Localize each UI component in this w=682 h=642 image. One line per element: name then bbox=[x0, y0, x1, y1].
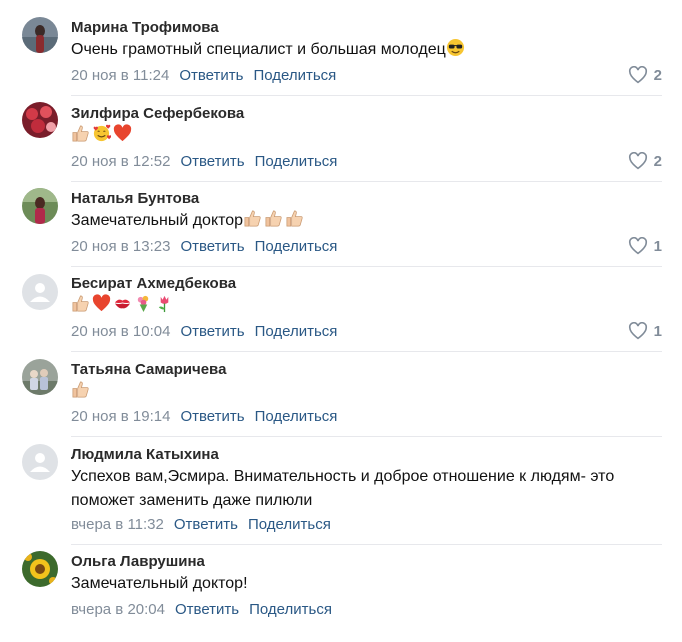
comment-text-content: Очень грамотный специалист и большая мол… bbox=[71, 41, 446, 58]
bouquet-emoji bbox=[134, 294, 153, 313]
thumbs-up-emoji bbox=[71, 380, 90, 399]
like-count: 1 bbox=[653, 322, 662, 340]
comment-meta: 20 ноя в 11:24 Ответить Поделиться bbox=[71, 67, 346, 84]
heart-emoji bbox=[113, 124, 132, 143]
share-button[interactable]: Поделиться bbox=[255, 153, 338, 170]
divider bbox=[71, 266, 662, 267]
sunglasses-emoji bbox=[446, 38, 465, 57]
comment-date[interactable]: вчера в 20:04 bbox=[71, 601, 165, 618]
divider bbox=[71, 351, 662, 352]
comment-text: Очень грамотный специалист и большая мол… bbox=[71, 38, 651, 62]
author-name[interactable]: Бесират Ахмедбекова bbox=[71, 275, 236, 292]
share-button[interactable]: Поделиться bbox=[249, 601, 332, 618]
author-name[interactable]: Людмила Катыхина bbox=[71, 446, 219, 463]
avatar[interactable] bbox=[22, 17, 58, 53]
reply-button[interactable]: Ответить bbox=[180, 408, 244, 425]
like-button[interactable]: 1 bbox=[628, 237, 662, 255]
heart-emoji bbox=[92, 294, 111, 313]
comment-date[interactable]: 20 ноя в 19:14 bbox=[71, 408, 170, 425]
comment-meta: вчера в 11:32 Ответить Поделиться bbox=[71, 516, 341, 533]
divider bbox=[71, 544, 662, 545]
avatar[interactable] bbox=[22, 444, 58, 480]
reply-button[interactable]: Ответить bbox=[174, 516, 238, 533]
like-count: 2 bbox=[653, 66, 662, 84]
comment-date[interactable]: 20 ноя в 13:23 bbox=[71, 238, 170, 255]
avatar[interactable] bbox=[22, 359, 58, 395]
share-button[interactable]: Поделиться bbox=[248, 516, 331, 533]
avatar[interactable] bbox=[22, 551, 58, 587]
comment-text: Замечательный доктор bbox=[71, 209, 651, 233]
like-count: 1 bbox=[653, 237, 662, 255]
comment-text-content: Замечательный доктор bbox=[71, 212, 244, 229]
thumbs-up-emoji bbox=[71, 294, 90, 313]
comment-meta: 20 ноя в 12:52 Ответить Поделиться bbox=[71, 153, 347, 170]
like-button[interactable]: 1 bbox=[628, 322, 662, 340]
reply-button[interactable]: Ответить bbox=[180, 323, 244, 340]
divider bbox=[71, 95, 662, 96]
avatar[interactable] bbox=[22, 188, 58, 224]
avatar[interactable] bbox=[22, 102, 58, 138]
author-name[interactable]: Татьяна Самаричева bbox=[71, 361, 226, 378]
reply-button[interactable]: Ответить bbox=[175, 601, 239, 618]
comment-date[interactable]: вчера в 11:32 bbox=[71, 516, 164, 533]
reply-button[interactable]: Ответить bbox=[179, 67, 243, 84]
share-button[interactable]: Поделиться bbox=[255, 408, 338, 425]
comment-meta: 20 ноя в 19:14 Ответить Поделиться bbox=[71, 408, 347, 425]
author-name[interactable]: Марина Трофимова bbox=[71, 19, 219, 36]
share-button[interactable]: Поделиться bbox=[255, 238, 338, 255]
comment-meta: 20 ноя в 10:04 Ответить Поделиться bbox=[71, 323, 347, 340]
comment-text: Успехов вам,Эсмира. Внимательность и доб… bbox=[71, 468, 615, 509]
thumbs-up-emoji bbox=[71, 124, 90, 143]
tulip-emoji bbox=[155, 294, 174, 313]
comment-text: Замечательный доктор! bbox=[71, 575, 248, 592]
author-name[interactable]: Зилфира Сефербекова bbox=[71, 105, 244, 122]
comment-date[interactable]: 20 ноя в 12:52 bbox=[71, 153, 170, 170]
share-button[interactable]: Поделиться bbox=[253, 67, 336, 84]
divider bbox=[71, 181, 662, 182]
thumbs-up-emoji bbox=[285, 209, 304, 228]
divider bbox=[71, 436, 662, 437]
like-button[interactable]: 2 bbox=[628, 66, 662, 84]
like-button[interactable]: 2 bbox=[628, 152, 662, 170]
comment-text bbox=[71, 124, 651, 148]
reply-button[interactable]: Ответить bbox=[180, 153, 244, 170]
comment-date[interactable]: 20 ноя в 11:24 bbox=[71, 67, 169, 84]
like-count: 2 bbox=[653, 152, 662, 170]
comment-date[interactable]: 20 ноя в 10:04 bbox=[71, 323, 170, 340]
comment-text bbox=[71, 294, 651, 318]
avatar[interactable] bbox=[22, 274, 58, 310]
heart-icon bbox=[628, 237, 648, 255]
thumbs-up-emoji bbox=[264, 209, 283, 228]
comment-meta: 20 ноя в 13:23 Ответить Поделиться bbox=[71, 238, 347, 255]
smiling-hearts-emoji bbox=[92, 124, 111, 143]
comment-meta: вчера в 20:04 Ответить Поделиться bbox=[71, 601, 342, 618]
author-name[interactable]: Ольга Лаврушина bbox=[71, 553, 205, 570]
author-name[interactable]: Наталья Бунтова bbox=[71, 190, 199, 207]
reply-button[interactable]: Ответить bbox=[180, 238, 244, 255]
comment-text bbox=[71, 380, 651, 404]
heart-icon bbox=[628, 66, 648, 84]
heart-icon bbox=[628, 152, 648, 170]
heart-icon bbox=[628, 322, 648, 340]
kiss-mark-emoji bbox=[113, 294, 132, 313]
thumbs-up-emoji bbox=[243, 209, 262, 228]
share-button[interactable]: Поделиться bbox=[255, 323, 338, 340]
